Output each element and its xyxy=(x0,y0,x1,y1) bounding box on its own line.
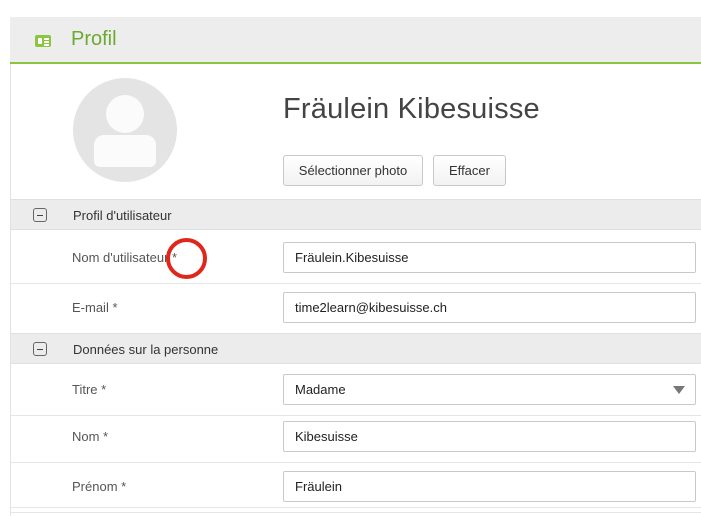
avatar xyxy=(73,78,177,182)
username-input[interactable]: Fräulein.Kibesuisse xyxy=(283,242,696,273)
form-row-username: Nom d'utilisateur * Fräulein.Kibesuisse xyxy=(11,234,701,284)
form-row-title: Titre * Madame xyxy=(11,366,701,416)
select-photo-button[interactable]: Sélectionner photo xyxy=(283,155,423,186)
next-row-edge xyxy=(11,507,701,516)
firstname-label: Prénom * xyxy=(72,479,127,494)
profile-header: Profil xyxy=(10,17,701,64)
section-personal-data[interactable]: Données sur la personne xyxy=(11,333,701,364)
page-title: Profil xyxy=(71,28,117,50)
required-marker-highlight-circle xyxy=(166,238,207,279)
form-row-firstname: Prénom * Fräulein xyxy=(11,463,701,513)
title-select[interactable]: Madame xyxy=(283,374,696,405)
email-label: E-mail * xyxy=(72,300,118,315)
id-card-icon xyxy=(35,35,51,47)
title-label: Titre * xyxy=(72,382,107,397)
collapse-minus-icon[interactable] xyxy=(33,342,47,356)
title-select-value: Madame xyxy=(295,382,346,397)
lastname-label: Nom * xyxy=(72,429,109,444)
clear-photo-button[interactable]: Effacer xyxy=(433,155,506,186)
firstname-input[interactable]: Fräulein xyxy=(283,471,696,502)
section-title: Données sur la personne xyxy=(73,342,219,357)
collapse-minus-icon[interactable] xyxy=(33,208,47,222)
username-label: Nom d'utilisateur * xyxy=(72,250,178,265)
profile-display-name: Fräulein Kibesuisse xyxy=(283,93,540,125)
email-input[interactable]: time2learn@kibesuisse.ch xyxy=(283,292,696,323)
user-placeholder-icon xyxy=(106,95,144,133)
section-title: Profil d'utilisateur xyxy=(73,208,172,223)
lastname-input[interactable]: Kibesuisse xyxy=(283,421,696,452)
section-user-profile[interactable]: Profil d'utilisateur xyxy=(11,199,701,230)
form-row-lastname: Nom * Kibesuisse xyxy=(11,413,701,463)
chevron-down-icon[interactable] xyxy=(673,386,685,394)
form-row-email: E-mail * time2learn@kibesuisse.ch xyxy=(11,284,701,334)
